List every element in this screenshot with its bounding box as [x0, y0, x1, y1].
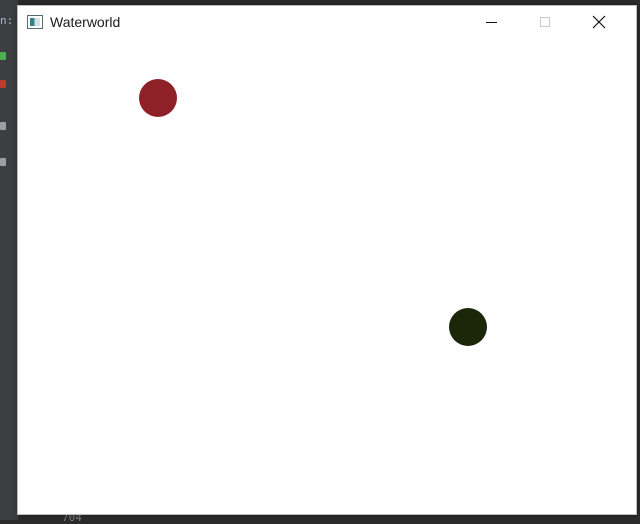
close-button[interactable]: [572, 6, 626, 38]
ide-left-fragment: n:: [0, 14, 14, 27]
red-ball: [139, 79, 177, 117]
close-icon: [592, 15, 606, 29]
minimize-icon: [485, 21, 497, 23]
game-canvas[interactable]: [18, 38, 636, 514]
maximize-button[interactable]: [518, 6, 572, 38]
maximize-icon: [540, 17, 550, 27]
dark-ball: [449, 308, 487, 346]
ide-side-strip: n:: [0, 0, 18, 520]
app-icon: [27, 15, 43, 29]
tool-icon: [0, 122, 6, 130]
app-icon-inner: [30, 18, 40, 26]
window-title: Waterworld: [50, 14, 121, 30]
app-window: Waterworld: [17, 5, 637, 515]
run-icon: [0, 52, 6, 60]
stop-icon: [0, 80, 6, 88]
arrow-icon: [0, 158, 6, 166]
minimize-button[interactable]: [464, 6, 518, 38]
title-bar[interactable]: Waterworld: [18, 6, 636, 38]
